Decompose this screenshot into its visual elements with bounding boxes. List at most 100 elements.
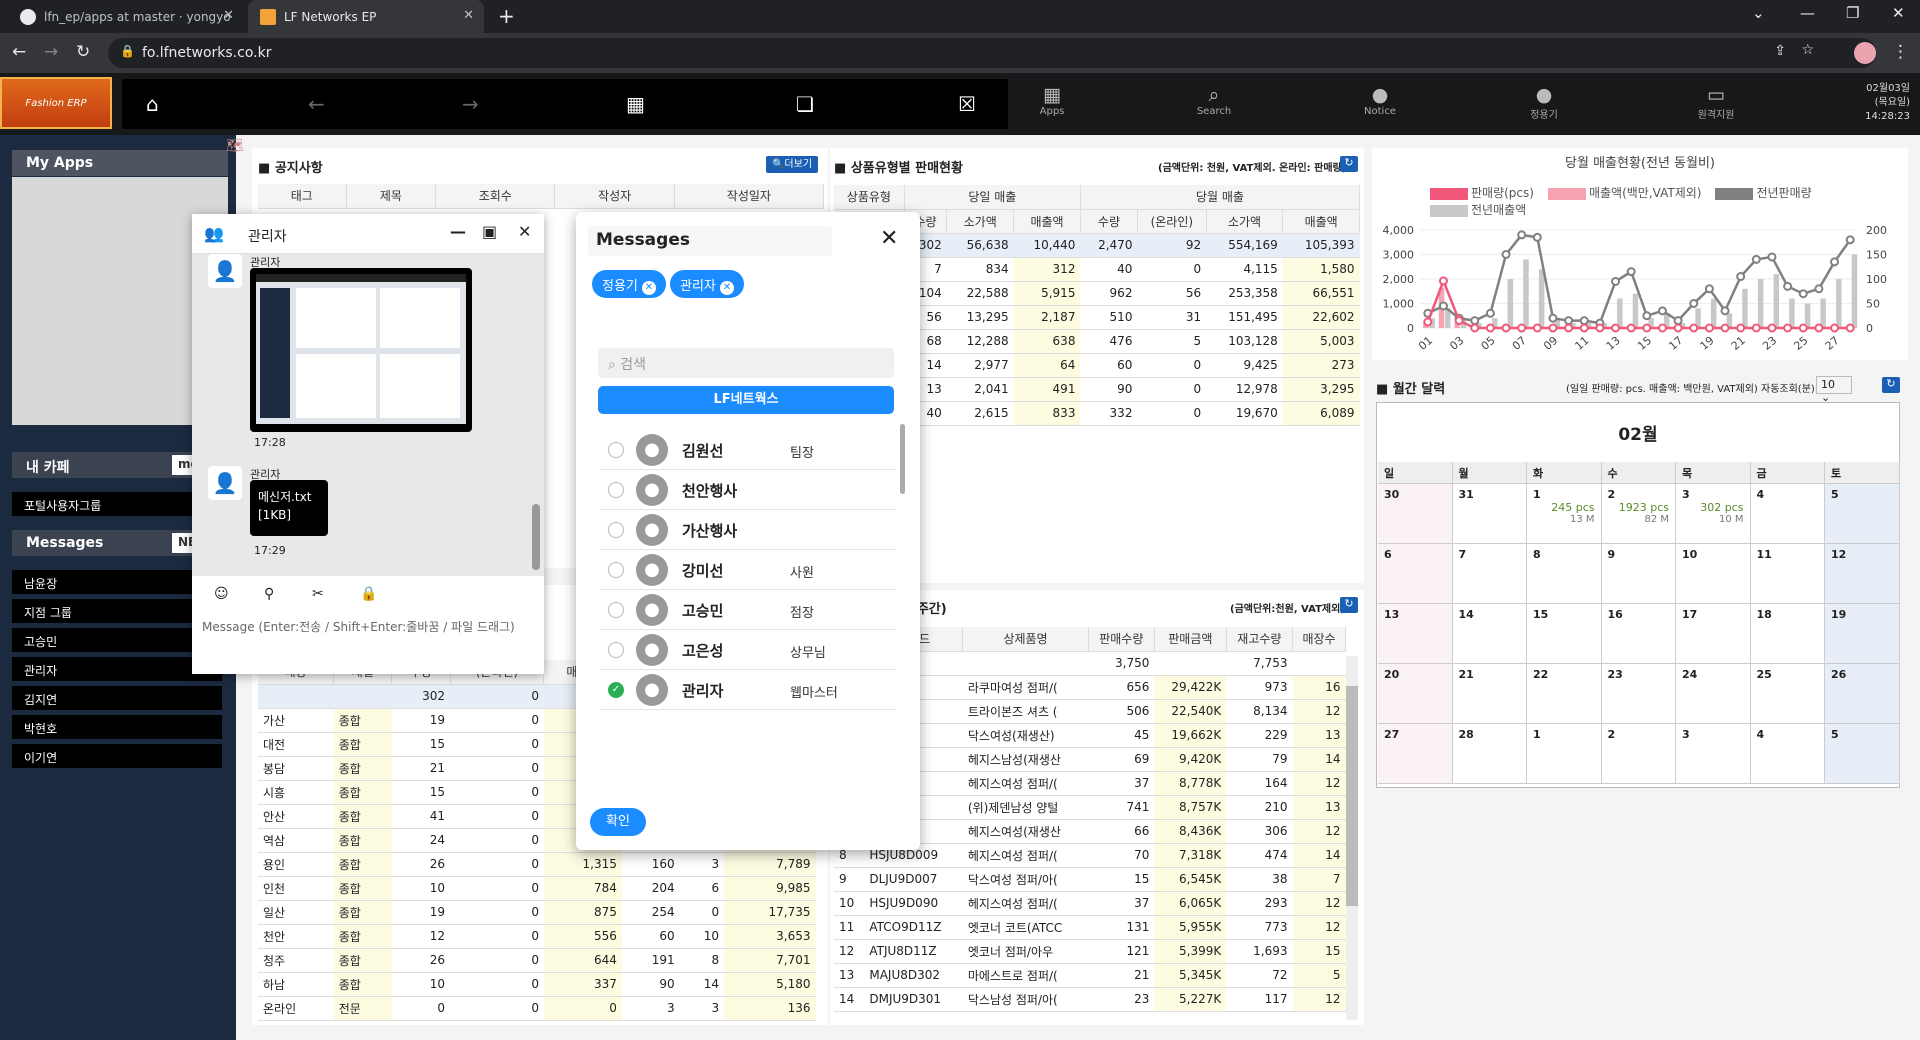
calendar-day[interactable]: 18	[1750, 604, 1825, 664]
new-tab-icon[interactable]: +	[498, 4, 515, 28]
table-row[interactable]: 일산 종합 19 0 875 254 0 17,735	[258, 900, 816, 925]
sidebar-user-item[interactable]: 남윤장	[12, 570, 222, 594]
calendar-day[interactable]: 25	[1750, 664, 1825, 724]
table-row[interactable]: 11 ATCO9D11Z 엣코너 코트(ATCC 131 5,955K 773 12	[834, 915, 1346, 940]
table-row[interactable]: 10 HSJU9D090 헤지스여성 점퍼/(37 6,065K 293 12	[834, 891, 1346, 916]
map-icon[interactable]: 🗺	[226, 138, 244, 154]
browser-menu-icon[interactable]: ⋮	[1892, 42, 1909, 62]
forward-arrow-icon[interactable]: →	[462, 92, 479, 116]
maximize-chat-icon[interactable]: ▣	[482, 222, 497, 241]
refresh-icon[interactable]: ↻	[1340, 156, 1358, 172]
close-modal-icon[interactable]: ✕	[880, 226, 898, 251]
profile-avatar[interactable]	[1854, 42, 1876, 64]
confirm-button[interactable]: 확인	[590, 808, 646, 836]
best-items-scrollbar[interactable]	[1346, 656, 1358, 1020]
legend-item[interactable]: 판매량(pcs)	[1430, 186, 1534, 200]
calendar-day[interactable]: 31	[1452, 484, 1527, 544]
calendar-day[interactable]: 22	[1527, 664, 1602, 724]
legend-item[interactable]: 매출액(백만,VAT제외)	[1547, 186, 1701, 200]
refresh-icon[interactable]: ↻	[1882, 377, 1900, 393]
table-row[interactable]: 하남 종합 10 0 337 90 14 5,180	[258, 972, 816, 997]
calendar-day[interactable]: 6	[1378, 544, 1453, 604]
calendar-day[interactable]: 1 245 pcs 13 M	[1527, 484, 1602, 544]
table-row[interactable]: 용인 종합 26 0 1,315 160 3 7,789	[258, 852, 816, 877]
calendar-day[interactable]: 17	[1676, 604, 1751, 664]
chat-scroll-thumb[interactable]	[532, 504, 540, 570]
calendar-day[interactable]: 11	[1750, 544, 1825, 604]
column-header[interactable]: 수량	[1080, 209, 1138, 234]
column-header[interactable]: (온라인)	[1137, 209, 1207, 234]
home-icon[interactable]: ⌂	[146, 92, 159, 116]
minimize-icon[interactable]: —	[1800, 4, 1815, 22]
reload-icon[interactable]: ↻	[76, 42, 90, 62]
nav-apps[interactable]: ▦ Apps	[1012, 84, 1092, 117]
sidebar-user-item[interactable]: 김지연	[12, 686, 222, 710]
person-item[interactable]: ● 천안행사	[600, 470, 896, 510]
file-attachment[interactable]: 메신저.txt [1KB]	[250, 480, 328, 536]
column-header[interactable]: 제목	[346, 184, 437, 209]
nav-remote[interactable]: ▭ 원격지원	[1676, 84, 1756, 121]
calendar-day[interactable]: 4	[1750, 484, 1825, 544]
column-header[interactable]: 태그	[258, 184, 347, 209]
calendar-day[interactable]: 5	[1825, 484, 1900, 544]
column-header[interactable]: 판매금액	[1154, 627, 1227, 652]
close-tab-icon[interactable]: ✕	[223, 8, 234, 23]
calendar-day[interactable]: 13	[1378, 604, 1453, 664]
calendar-day[interactable]: 20	[1378, 664, 1453, 724]
nav-search[interactable]: ⌕ Search	[1174, 84, 1254, 117]
table-row[interactable]: 온라인 전문 0 0 0 3 3 136	[258, 996, 816, 1021]
lock-icon[interactable]: 🔒	[360, 586, 377, 602]
select-radio[interactable]	[608, 562, 624, 578]
legend-item[interactable]: 전년매출액	[1430, 203, 1526, 217]
table-row[interactable]: 천안 종합 12 0 556 60 10 3,653	[258, 924, 816, 949]
column-header[interactable]: 작성자	[554, 184, 675, 209]
share-icon[interactable]: ⇪	[1774, 43, 1786, 59]
calendar-day[interactable]: 9	[1601, 544, 1676, 604]
image-attachment[interactable]	[250, 268, 472, 432]
calendar-day[interactable]: 23	[1601, 664, 1676, 724]
calendar-day[interactable]: 4	[1750, 724, 1825, 784]
minimize-chat-icon[interactable]: —	[450, 222, 466, 241]
nav-user[interactable]: ● 정용기	[1504, 84, 1584, 121]
url-field[interactable]: 🔒 fo.lfnetworks.co.kr ⇪ ☆	[108, 38, 1876, 68]
search-field[interactable]: ⌕ 검색	[598, 348, 894, 378]
browser-tab-lf[interactable]: LF Networks EP ✕	[248, 0, 484, 33]
calendar-day[interactable]: 24	[1676, 664, 1751, 724]
column-header[interactable]: 조회수	[435, 184, 556, 209]
people-scroll-thumb[interactable]	[900, 424, 905, 494]
column-header[interactable]: 판매수량	[1088, 627, 1155, 652]
app-logo[interactable]: Fashion ERP	[0, 77, 112, 129]
select-radio[interactable]: ✓	[608, 682, 624, 698]
calendar-day[interactable]: 3 302 pcs 10 M	[1676, 484, 1751, 544]
message-input[interactable]: Message (Enter:전송 / Shift+Enter:줄바꿈 / 파일…	[202, 618, 536, 640]
calendar-day[interactable]: 19	[1825, 604, 1900, 664]
person-item[interactable]: ● 고은성 상무님	[600, 630, 896, 670]
person-item[interactable]: ● 김원선 팀장	[600, 430, 896, 470]
close-tab-icon[interactable]: ✕	[463, 8, 474, 23]
calendar-day[interactable]: 28	[1452, 724, 1527, 784]
select-radio[interactable]	[608, 602, 624, 618]
calendar-icon[interactable]: ▦	[626, 92, 645, 116]
refresh-icon[interactable]: ↻	[1340, 597, 1358, 613]
nav-notice[interactable]: ● Notice	[1340, 84, 1420, 117]
sidebar-user-item[interactable]: 관리자	[12, 657, 222, 681]
cafe-item[interactable]: 포털사용자그룹	[12, 492, 222, 516]
windows-icon[interactable]: ❏	[796, 92, 814, 116]
column-header[interactable]: 상제품명	[962, 627, 1089, 652]
browser-tab-github[interactable]: lfn_ep/apps at master · yongyo ✕	[8, 0, 244, 33]
scroll-thumb[interactable]	[1346, 686, 1358, 906]
column-header[interactable]: 작성일자	[674, 184, 825, 209]
calendar-day[interactable]: 10	[1676, 544, 1751, 604]
calendar-day[interactable]: 7	[1452, 544, 1527, 604]
column-header[interactable]: 매장수	[1292, 627, 1346, 652]
calendar-day[interactable]: 30	[1378, 484, 1453, 544]
calendar-day[interactable]: 14	[1452, 604, 1527, 664]
tab-search-icon[interactable]: ⌄	[1752, 4, 1765, 22]
person-item[interactable]: ● 고승민 점장	[600, 590, 896, 630]
back-arrow-icon[interactable]: ←	[308, 92, 325, 116]
calendar-day[interactable]: 1	[1527, 724, 1602, 784]
table-row[interactable]: 청주 종합 26 0 644 191 8 7,701	[258, 948, 816, 973]
column-header[interactable]: 재고수량	[1226, 627, 1294, 652]
select-radio[interactable]	[608, 482, 624, 498]
close-window-icon[interactable]: ✕	[1892, 4, 1905, 22]
